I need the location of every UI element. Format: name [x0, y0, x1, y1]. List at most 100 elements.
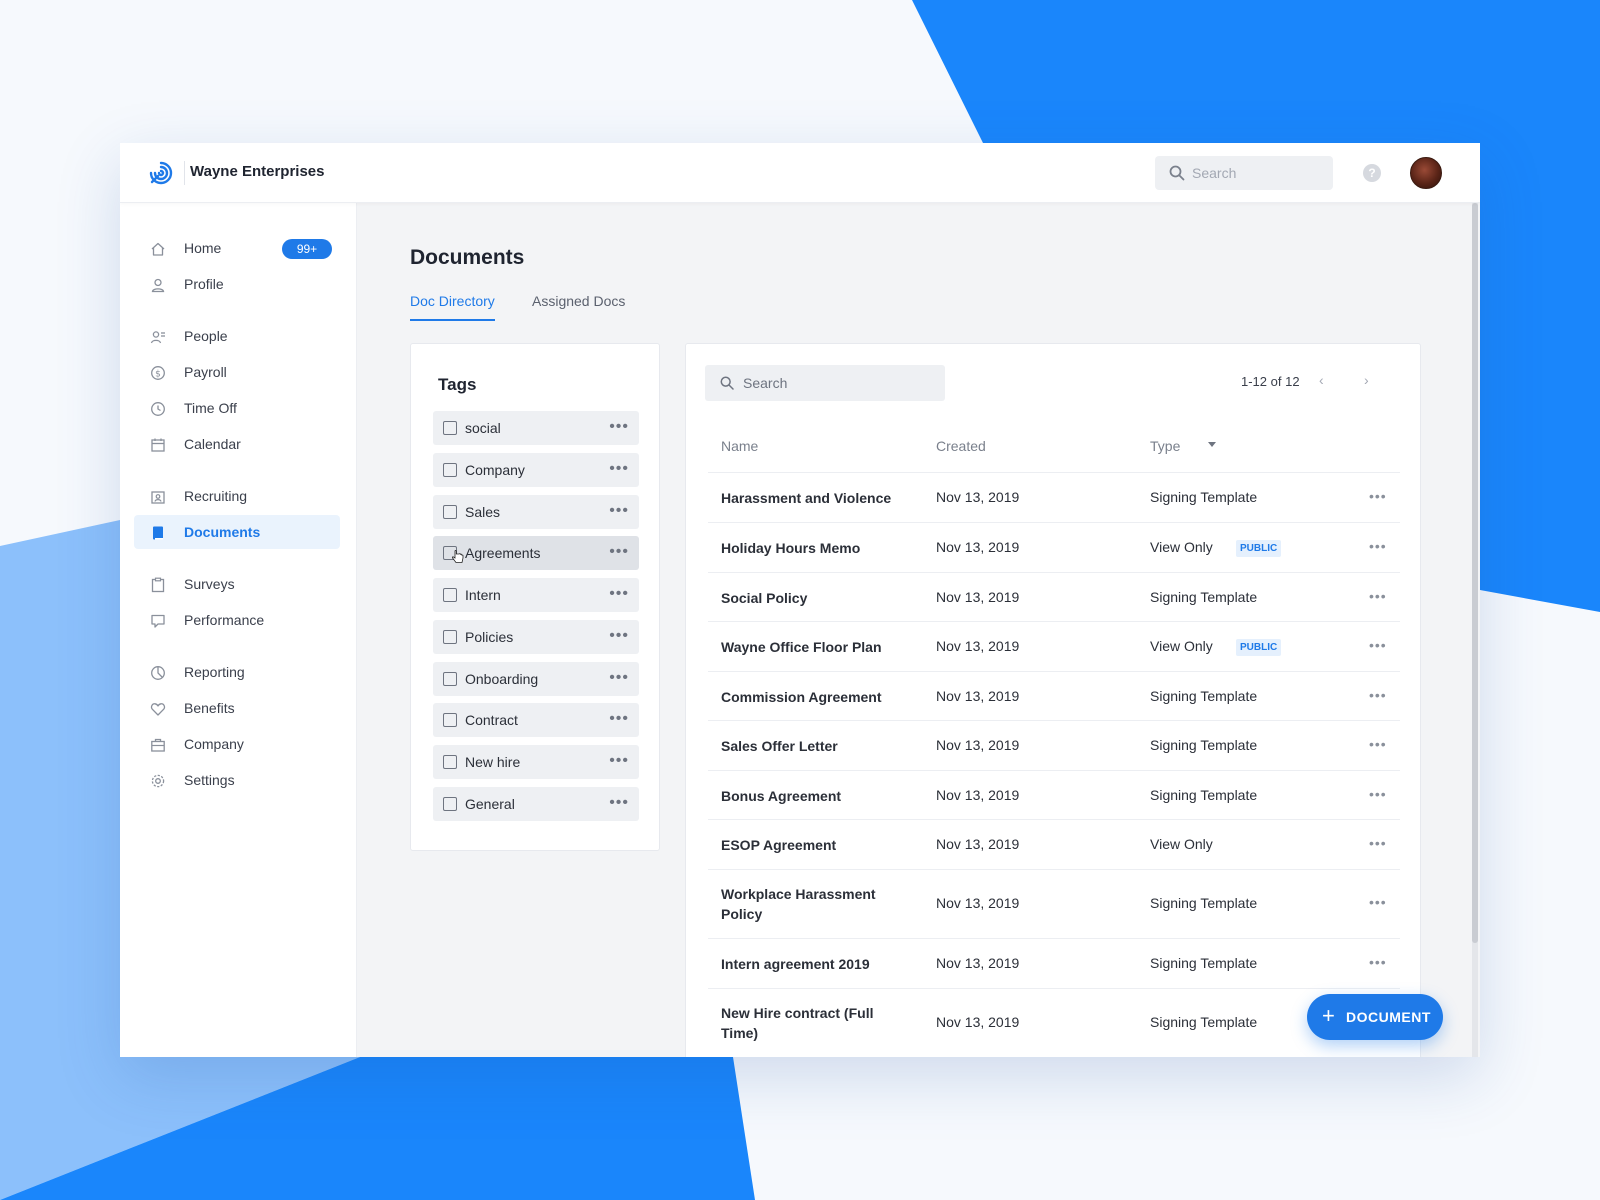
table-row[interactable]: Workplace Harassment Policy Nov 13, 2019… — [708, 870, 1400, 939]
tag-checkbox[interactable] — [443, 630, 457, 644]
more-icon[interactable]: ••• — [609, 710, 629, 728]
sidebar-item-label: Performance — [184, 612, 265, 628]
tags-title: Tags — [438, 375, 477, 394]
sidebar-item-profile[interactable]: Profile — [134, 267, 340, 301]
tag-checkbox[interactable] — [443, 672, 457, 686]
tab-doc-directory[interactable]: Doc Directory — [410, 293, 495, 321]
help-icon[interactable]: ? — [1363, 164, 1381, 182]
tag-checkbox[interactable] — [443, 797, 457, 811]
more-icon[interactable]: ••• — [609, 418, 629, 436]
more-icon[interactable]: ••• — [1369, 637, 1387, 653]
document-name[interactable]: Harassment and Violence — [721, 488, 921, 508]
document-name[interactable]: Commission Agreement — [721, 687, 921, 707]
sidebar-item-company[interactable]: Company — [134, 727, 340, 761]
table-row[interactable]: Social Policy Nov 13, 2019 Signing Templ… — [708, 573, 1400, 622]
table-row[interactable]: New Hire contract (Full Time) Nov 13, 20… — [708, 989, 1400, 1057]
tag-general[interactable]: General ••• — [433, 787, 639, 821]
sidebar-item-performance[interactable]: Performance — [134, 603, 340, 637]
svg-text:$: $ — [155, 369, 161, 379]
scrollbar-thumb[interactable] — [1472, 203, 1478, 943]
chevron-right-icon[interactable]: › — [1364, 372, 1369, 388]
tag-checkbox[interactable] — [443, 588, 457, 602]
document-name[interactable]: New Hire contract (Full Time) — [721, 1003, 901, 1043]
more-icon[interactable]: ••• — [609, 752, 629, 770]
avatar[interactable] — [1410, 157, 1442, 189]
more-icon[interactable]: ••• — [609, 585, 629, 603]
sidebar-item-home[interactable]: Home 99+ — [134, 231, 340, 265]
more-icon[interactable]: ••• — [609, 460, 629, 478]
tag-checkbox[interactable] — [443, 713, 457, 727]
tag-sales[interactable]: Sales ••• — [433, 495, 639, 529]
tag-label: social — [465, 420, 501, 436]
chevron-left-icon[interactable]: ‹ — [1319, 372, 1324, 388]
document-search-input[interactable]: Search — [705, 365, 945, 401]
document-name[interactable]: Wayne Office Floor Plan — [721, 637, 921, 657]
tag-policies[interactable]: Policies ••• — [433, 620, 639, 654]
document-type: Signing Template — [1150, 895, 1258, 911]
more-icon[interactable]: ••• — [1369, 954, 1387, 970]
document-name[interactable]: Social Policy — [721, 588, 921, 608]
tab-assigned-docs[interactable]: Assigned Docs — [532, 293, 625, 321]
tag-checkbox[interactable] — [443, 421, 457, 435]
more-icon[interactable]: ••• — [609, 502, 629, 520]
document-name[interactable]: Holiday Hours Memo — [721, 538, 921, 558]
column-header-name[interactable]: Name — [721, 438, 758, 454]
tag-onboarding[interactable]: Onboarding ••• — [433, 662, 639, 696]
sidebar-item-people[interactable]: People — [134, 319, 340, 353]
more-icon[interactable]: ••• — [609, 627, 629, 645]
caret-down-icon[interactable] — [1208, 442, 1216, 447]
tag-social[interactable]: social ••• — [433, 411, 639, 445]
more-icon[interactable]: ••• — [1369, 538, 1387, 554]
document-name[interactable]: Workplace Harassment Policy — [721, 884, 901, 924]
table-row[interactable]: Commission Agreement Nov 13, 2019 Signin… — [708, 672, 1400, 721]
add-document-button[interactable]: + DOCUMENT — [1307, 994, 1443, 1040]
more-icon[interactable]: ••• — [1369, 786, 1387, 802]
sidebar-item-surveys[interactable]: Surveys — [134, 567, 340, 601]
plus-icon: + — [1322, 1003, 1335, 1028]
table-row[interactable]: ESOP Agreement Nov 13, 2019 View Only ••… — [708, 820, 1400, 870]
sidebar-item-payroll[interactable]: $ Payroll — [134, 355, 340, 389]
more-icon[interactable]: ••• — [609, 794, 629, 812]
sidebar-item-benefits[interactable]: Benefits — [134, 691, 340, 725]
tag-checkbox[interactable] — [443, 463, 457, 477]
more-icon[interactable]: ••• — [1369, 736, 1387, 752]
sidebar-item-calendar[interactable]: Calendar — [134, 427, 340, 461]
tag-contract[interactable]: Contract ••• — [433, 703, 639, 737]
search-placeholder: Search — [1192, 165, 1237, 181]
table-row[interactable]: Bonus Agreement Nov 13, 2019 Signing Tem… — [708, 771, 1400, 820]
document-created: Nov 13, 2019 — [936, 1014, 1020, 1030]
table-row[interactable]: Wayne Office Floor Plan Nov 13, 2019 Vie… — [708, 622, 1400, 672]
tag-new-hire[interactable]: New hire ••• — [433, 745, 639, 779]
more-icon[interactable]: ••• — [1369, 588, 1387, 604]
document-type: View Only — [1150, 539, 1213, 555]
document-name[interactable]: ESOP Agreement — [721, 835, 921, 855]
tag-checkbox[interactable] — [443, 505, 457, 519]
column-header-created[interactable]: Created — [936, 438, 986, 454]
tag-company[interactable]: Company ••• — [433, 453, 639, 487]
sidebar-item-documents[interactable]: Documents — [134, 515, 340, 549]
more-icon[interactable]: ••• — [1369, 488, 1387, 504]
more-icon[interactable]: ••• — [1369, 835, 1387, 851]
table-row[interactable]: Sales Offer Letter Nov 13, 2019 Signing … — [708, 721, 1400, 771]
sidebar-item-settings[interactable]: Settings — [134, 763, 340, 797]
document-name[interactable]: Sales Offer Letter — [721, 736, 921, 756]
tag-intern[interactable]: Intern ••• — [433, 578, 639, 612]
scrollbar[interactable] — [1472, 203, 1478, 1057]
table-row[interactable]: Holiday Hours Memo Nov 13, 2019 View Onl… — [708, 523, 1400, 573]
sidebar-item-recruiting[interactable]: Recruiting — [134, 479, 340, 513]
more-icon[interactable]: ••• — [1369, 687, 1387, 703]
global-search-input[interactable]: Search — [1155, 156, 1333, 190]
more-icon[interactable]: ••• — [609, 669, 629, 687]
sidebar-item-time-off[interactable]: Time Off — [134, 391, 340, 425]
table-row[interactable]: Harassment and Violence Nov 13, 2019 Sig… — [708, 473, 1400, 523]
document-name[interactable]: Intern agreement 2019 — [721, 954, 921, 974]
table-row[interactable]: Intern agreement 2019 Nov 13, 2019 Signi… — [708, 939, 1400, 989]
more-icon[interactable]: ••• — [1369, 894, 1387, 910]
sidebar-item-reporting[interactable]: Reporting — [134, 655, 340, 689]
more-icon[interactable]: ••• — [609, 543, 629, 561]
document-name[interactable]: Bonus Agreement — [721, 786, 921, 806]
document-created: Nov 13, 2019 — [936, 539, 1020, 555]
tag-agreements[interactable]: Agreements ••• — [433, 536, 639, 570]
column-header-type[interactable]: Type — [1150, 438, 1180, 454]
tag-checkbox[interactable] — [443, 755, 457, 769]
